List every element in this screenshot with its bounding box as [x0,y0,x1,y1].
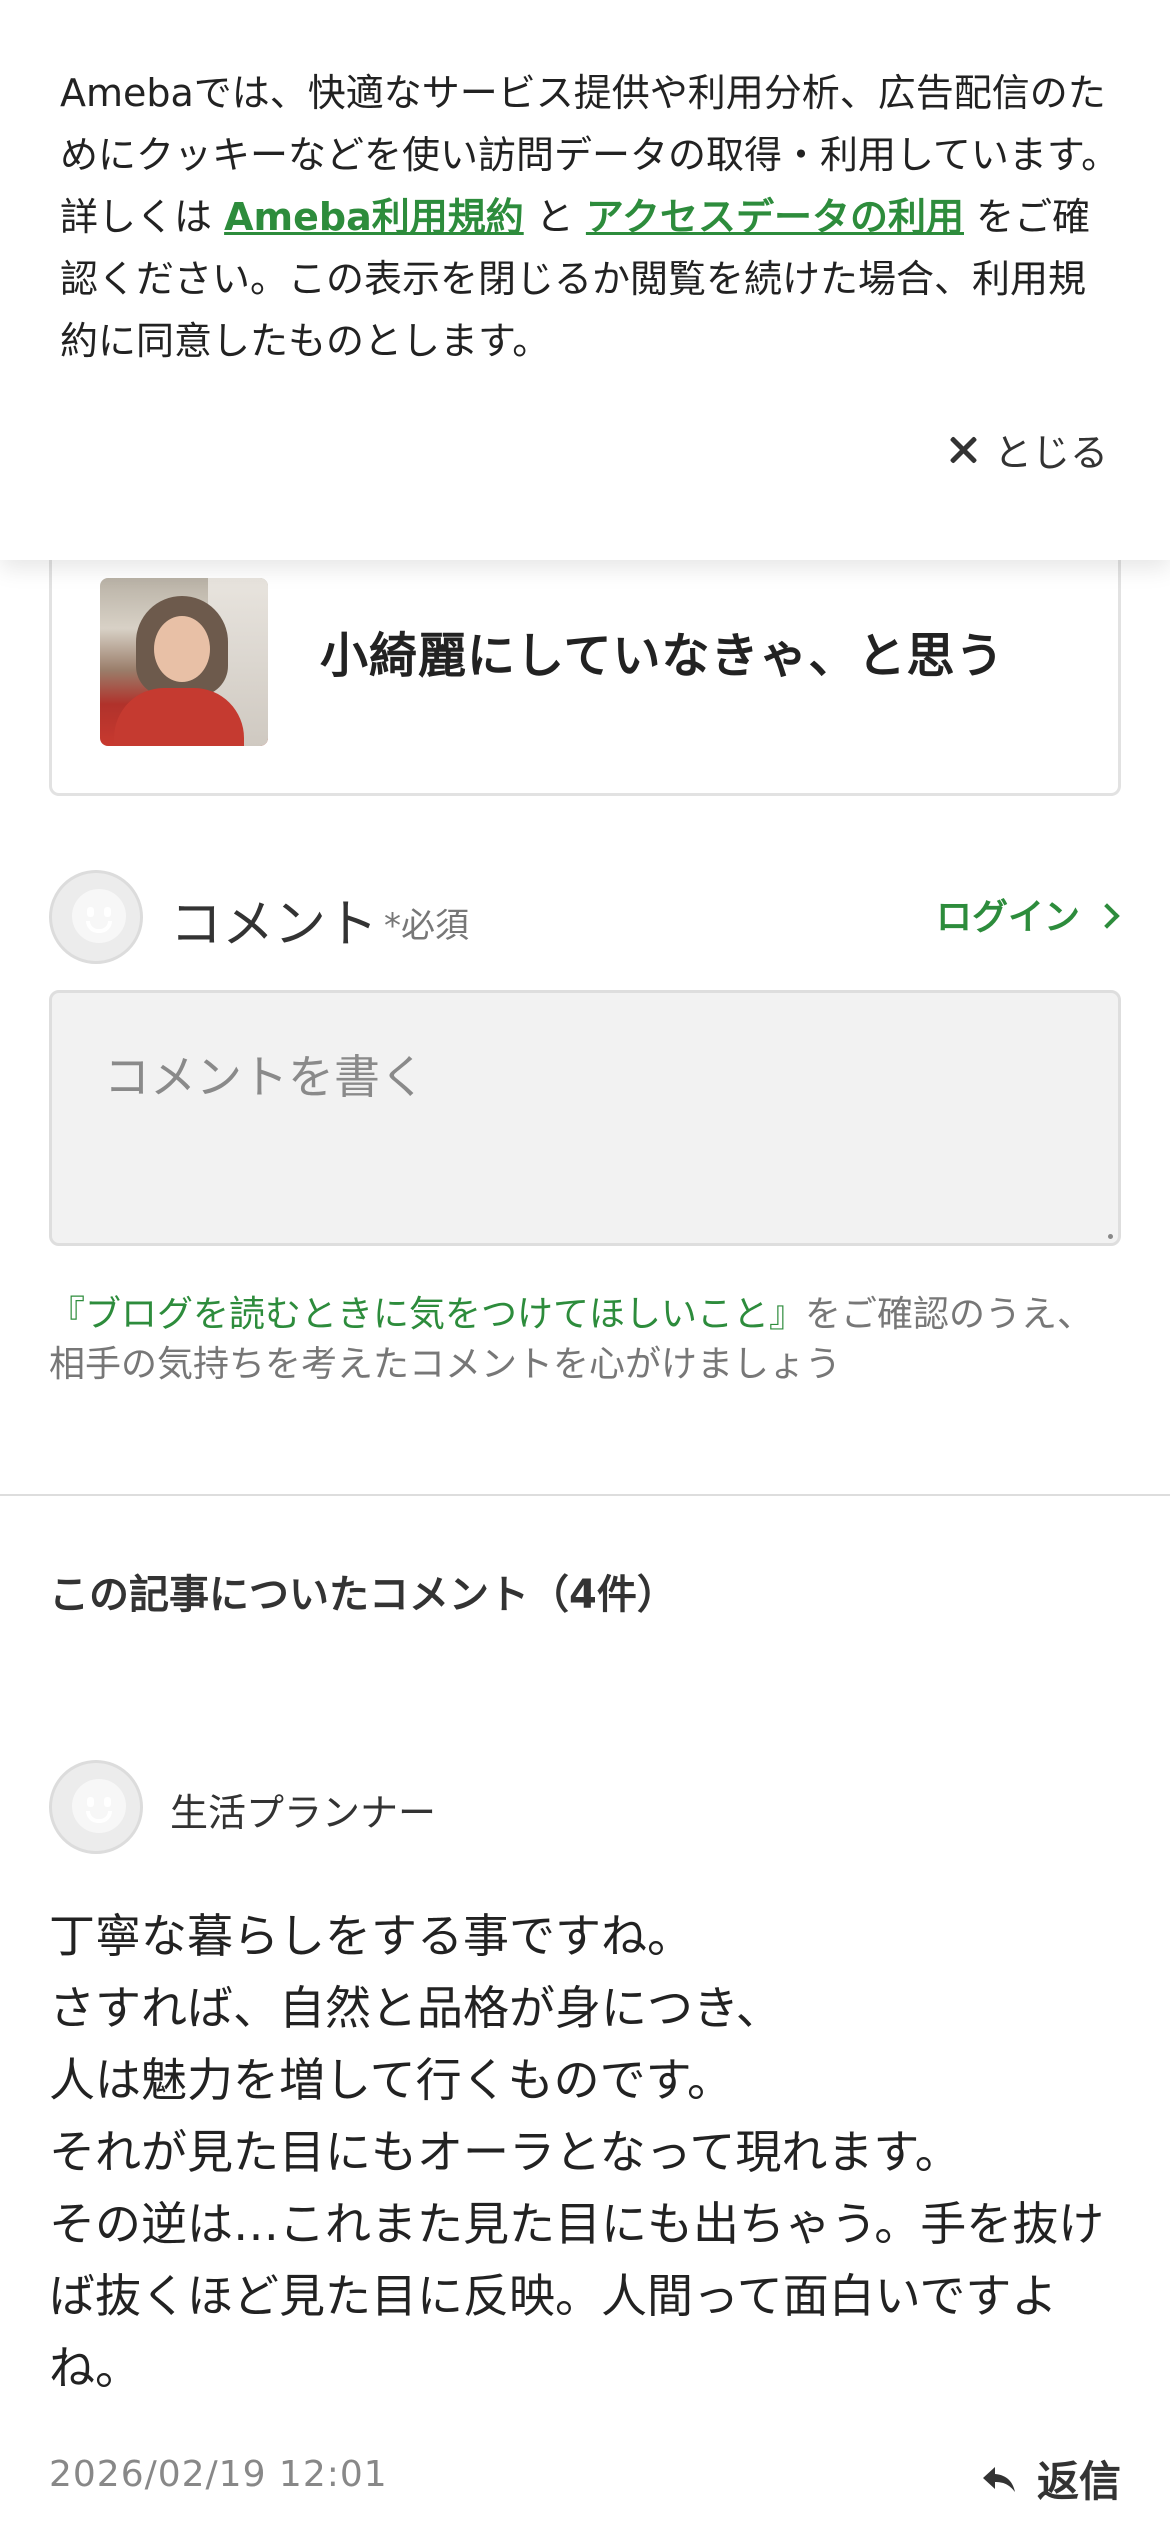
close-banner-button[interactable]: とじる [948,422,1108,477]
related-article-card[interactable]: 小綺麗にしていなきゃ、と思う [49,520,1121,796]
terms-link[interactable]: Ameba利用規約 [224,195,524,239]
comment-body: 丁寧な暮らしをする事ですね。 さすれば、自然と品格が身につき、 人は魅力を増して… [49,1900,1129,2404]
guideline-link[interactable]: 『ブログを読むときに気をつけてほしいこと』 [49,1294,805,1335]
required-label: *必須 [384,906,469,946]
cookie-text-part2: と [523,195,586,239]
reply-label: 返信 [1036,2457,1121,2506]
comment-input[interactable] [49,990,1121,1246]
comment-line: それが見た目にもオーラとなって現れます。 [49,2125,961,2179]
comment-line: その逆は…これまた見た目にも出ちゃう。手を抜けば抜くほど見た目に反映。人間って面… [49,2197,1105,2395]
comment-guideline: 『ブログを読むときに気をつけてほしいこと』をご確認のうえ、相手の気持ちを考えたコ… [49,1290,1129,1390]
close-icon [948,435,978,465]
default-avatar-icon [49,870,143,964]
commenter-avatar-icon[interactable] [49,1760,143,1854]
comment-form-heading: コメント [170,895,379,955]
reply-button[interactable]: 返信 [979,2448,1121,2509]
cookie-consent-banner: Amebaでは、快適なサービス提供や利用分析、広告配信のためにクッキーなどを使い… [0,0,1170,560]
comment-line: 丁寧な暮らしをする事ですね。 [49,1909,693,1963]
comment-line: さすれば、自然と品格が身につき、 [49,1981,782,2035]
article-thumbnail [100,578,268,746]
commenter-name[interactable]: 生活プランナー [170,1782,436,1837]
blog-article-page: 小綺麗にしていなきゃ、と思う Amebaでは、快適なサービス提供や利用分析、広告… [0,0,1170,2532]
section-divider [0,1494,1170,1496]
chevron-right-icon [1094,903,1120,929]
cookie-notice-text: Amebaでは、快適なサービス提供や利用分析、広告配信のためにクッキーなどを使い… [60,62,1120,372]
comment-timestamp: 2026/02/19 12:01 [49,2454,388,2495]
login-label: ログイン [935,897,1080,938]
access-data-link[interactable]: アクセスデータの利用 [586,195,964,239]
comments-section-heading: この記事についたコメント（4件） [49,1572,677,1618]
login-link[interactable]: ログイン [935,888,1120,940]
comment-line: 人は魅力を増して行くものです。 [49,2053,734,2107]
close-label: とじる [993,431,1108,475]
resize-grip-icon[interactable] [1108,1234,1113,1239]
reply-arrow-icon [982,2466,1015,2492]
article-title: 小綺麗にしていなきゃ、と思う [320,628,1005,684]
